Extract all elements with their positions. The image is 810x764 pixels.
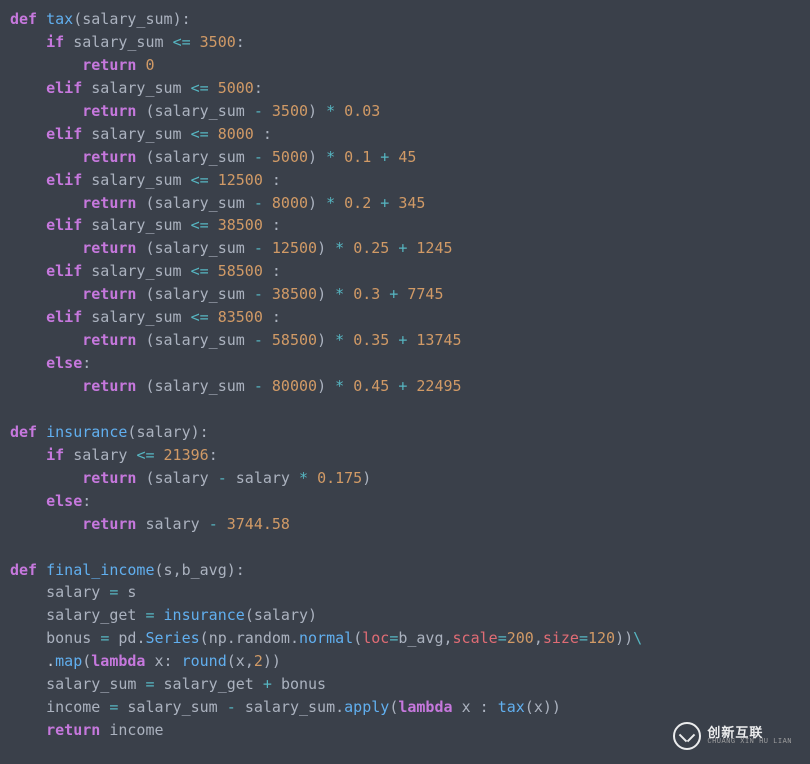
logo-icon — [673, 722, 701, 750]
watermark: 创新互联 CHUANG XIN HU LIAN — [673, 722, 792, 750]
code-block: def tax(salary_sum): if salary_sum <= 35… — [0, 0, 810, 750]
watermark-en: CHUANG XIN HU LIAN — [707, 739, 792, 746]
